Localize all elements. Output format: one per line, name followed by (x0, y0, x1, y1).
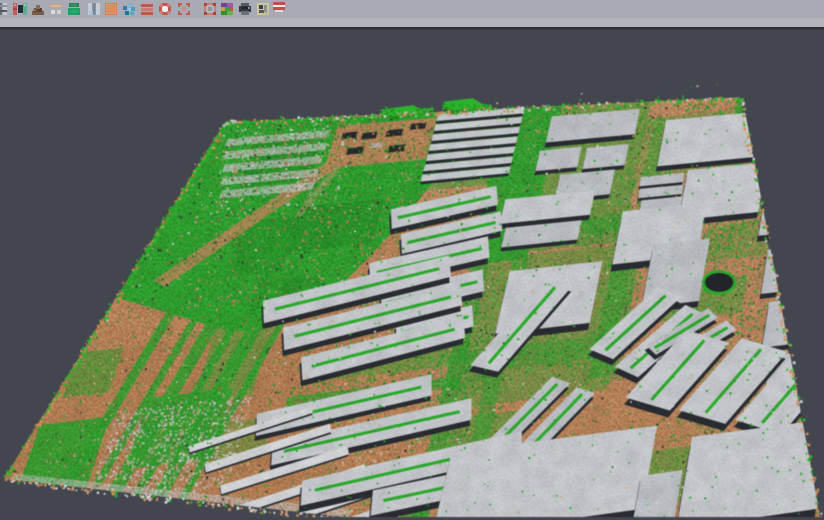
application-window: {"app":{"name":"point-cloud-viewer","can… (0, 0, 824, 517)
circle-select-icon[interactable] (158, 2, 172, 16)
rect-select-icon[interactable] (177, 2, 191, 16)
classification-palette-icon[interactable] (220, 2, 234, 16)
open-project-icon[interactable] (0, 2, 8, 16)
terrain-icon[interactable] (31, 2, 45, 16)
attribute-table-icon[interactable] (49, 2, 63, 16)
point-cloud-icon[interactable] (122, 2, 136, 16)
toolbar (0, 0, 824, 19)
point-cloud-scene[interactable] (0, 0, 824, 517)
class-list-icon[interactable] (140, 2, 154, 16)
vegetation-class-icon[interactable] (67, 2, 81, 16)
measure-tool-icon[interactable] (256, 2, 270, 16)
profile-icon[interactable] (87, 2, 101, 16)
flag-icon[interactable] (273, 2, 287, 16)
ground-class-icon[interactable] (104, 2, 118, 16)
toolbar-lower-strip (0, 18, 824, 29)
crop-frame-icon[interactable] (203, 2, 217, 16)
split-view-icon[interactable] (13, 2, 27, 16)
printer-icon[interactable] (238, 2, 252, 16)
